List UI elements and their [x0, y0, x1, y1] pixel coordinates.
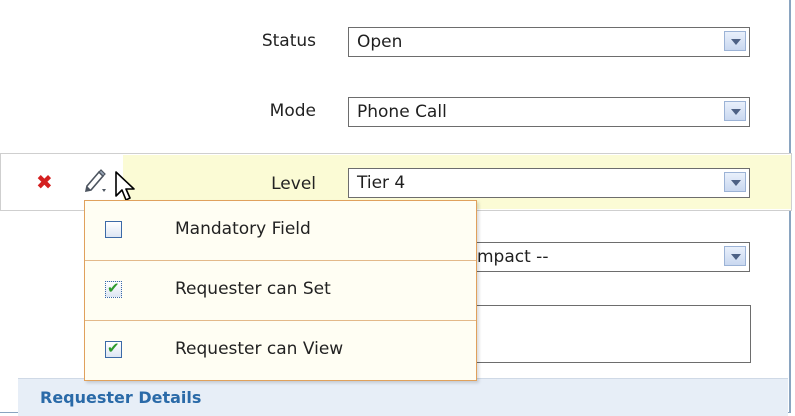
impact-value: mpact -- — [477, 247, 549, 267]
requester-details-header[interactable]: Requester Details — [18, 378, 788, 416]
requester-can-view-label: Requester can View — [175, 339, 344, 359]
status-select[interactable]: Open — [348, 27, 750, 57]
chevron-down-icon[interactable] — [724, 101, 746, 121]
section-title: Requester Details — [40, 388, 202, 407]
mandatory-field-label: Mandatory Field — [175, 219, 311, 239]
requester-can-view-checkbox[interactable] — [105, 339, 122, 358]
mandatory-field-checkbox[interactable] — [105, 221, 122, 238]
level-value: Tier 4 — [357, 173, 406, 193]
chevron-down-icon[interactable] — [724, 246, 746, 266]
level-label: Level — [271, 174, 316, 194]
menu-item-requester-can-set[interactable]: Requester can Set — [85, 260, 476, 319]
menu-item-mandatory-field[interactable]: Mandatory Field — [85, 201, 476, 260]
mode-label: Mode — [269, 101, 316, 121]
level-select[interactable]: Tier 4 — [348, 168, 750, 198]
requester-can-set-label: Requester can Set — [175, 279, 331, 299]
chevron-down-icon[interactable] — [724, 172, 746, 192]
delete-icon[interactable]: ✖ — [36, 172, 53, 192]
chevron-down-icon[interactable] — [724, 31, 746, 51]
mode-select[interactable]: Phone Call — [348, 97, 750, 127]
menu-item-requester-can-view[interactable]: Requester can View — [85, 320, 476, 379]
mode-value: Phone Call — [357, 102, 447, 122]
pencil-icon[interactable] — [82, 167, 110, 195]
field-options-popup: Mandatory Field Requester can Set Reques… — [84, 200, 477, 381]
status-value: Open — [357, 32, 403, 52]
description-textarea[interactable] — [460, 305, 751, 363]
status-label: Status — [261, 31, 316, 51]
requester-can-set-checkbox[interactable] — [105, 279, 122, 298]
